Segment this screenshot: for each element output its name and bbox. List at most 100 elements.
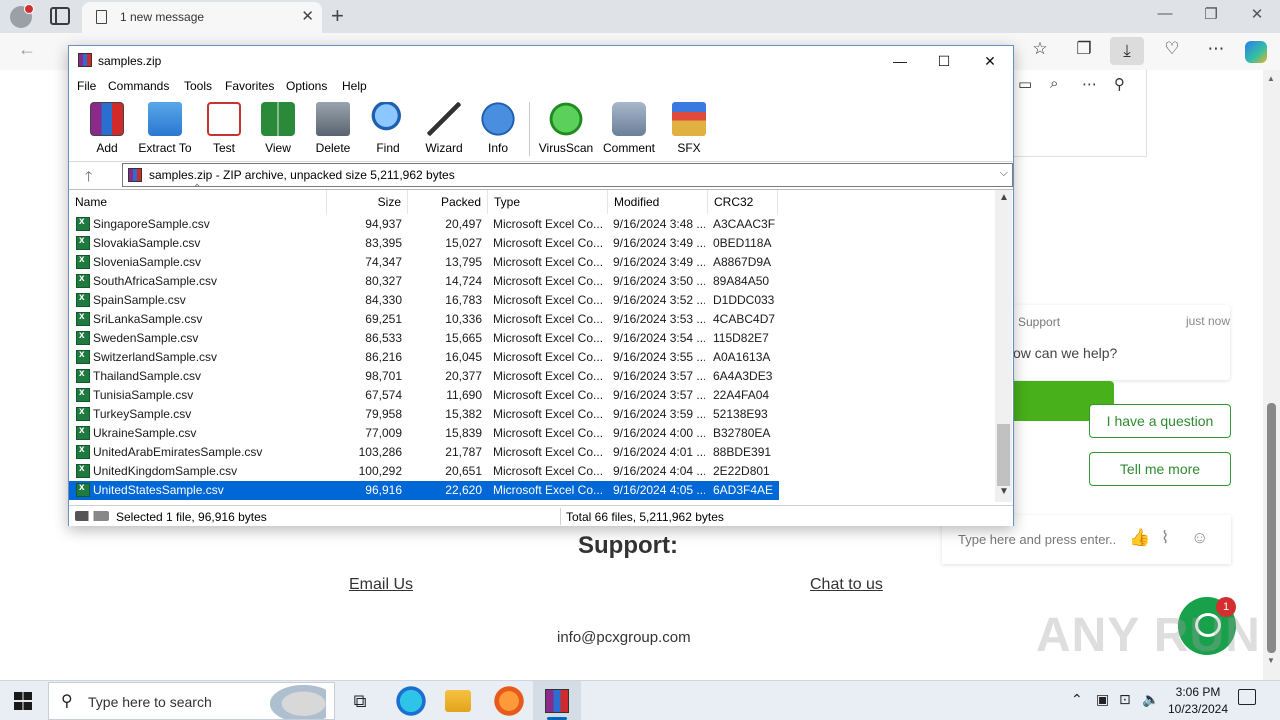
wizard-button[interactable]: Wizard [413,102,475,156]
file-row[interactable]: TunisiaSample.csv 67,574 11,690 Microsoft E… [69,386,779,405]
winrar-icon[interactable] [545,689,569,713]
notifications-icon[interactable] [1238,689,1256,705]
test-button[interactable]: Test [193,102,255,156]
minimize-button[interactable]: — [1142,5,1188,22]
column-packed[interactable]: Packed [408,190,488,214]
tray-chevron-up-icon[interactable]: ⌃ [1071,691,1083,708]
path-dropdown[interactable]: samples.zip - ZIP archive, unpacked size… [122,163,1013,187]
file-packed: 14,724 [445,274,482,288]
collections-icon[interactable]: ❐ [1067,39,1101,59]
new-tab-button[interactable]: + [331,3,344,29]
scroll-up-icon[interactable]: ▲ [999,192,1009,203]
column-size[interactable]: Size [327,190,408,214]
file-modified: 9/16/2024 3:57 ... [613,388,705,402]
menu-commands[interactable]: Commands [108,79,169,93]
scroll-down-icon[interactable]: ▼ [1267,656,1275,665]
file-row[interactable]: UnitedStatesSample.csv 96,916 22,620 Micros… [69,481,779,500]
profile-avatar-icon[interactable] [10,4,34,28]
browser-tab[interactable]: 1 new message ✕ [82,2,322,33]
file-row[interactable]: SloveniaSample.csv 74,347 13,795 Microsoft … [69,253,779,272]
page-scrollbar[interactable]: ▲ ▼ [1263,70,1280,680]
chat-to-us-link[interactable]: Chat to us [810,576,883,594]
browser-tab-bar: 1 new message ✕ + — ❐ ✕ [0,0,1280,33]
thumbs-up-icon[interactable]: 👍 [1129,528,1150,548]
excel-csv-icon [76,254,90,269]
menu-help[interactable]: Help [342,79,367,93]
favorites-star-icon[interactable]: ☆ [1023,39,1057,59]
delete-button[interactable]: Delete [302,102,364,156]
virusscan-button[interactable]: VirusScan [535,102,597,156]
info-label: Info [487,141,508,155]
add-button[interactable]: Add [76,102,138,156]
restore-button[interactable]: ❐ [1188,5,1234,23]
copilot-icon[interactable] [1245,41,1267,63]
scroll-down-icon[interactable]: ▼ [999,486,1009,497]
file-explorer-icon[interactable] [445,690,471,712]
file-name: SlovakiaSample.csv [93,236,201,250]
emoji-icon[interactable]: ☺ [1191,528,1208,548]
column-modified[interactable]: Modified [608,190,708,214]
tab-close-icon[interactable]: ✕ [301,7,314,25]
file-row[interactable]: SwitzerlandSample.csv 86,216 16,045 Microso… [69,348,779,367]
close-button[interactable]: ✕ [1234,5,1280,23]
tab-actions-icon[interactable] [50,7,70,25]
comment-button[interactable]: Comment [598,102,660,156]
taskbar-search-box[interactable]: ⚲ Type here to search [48,682,335,720]
sfx-button[interactable]: SFX [658,102,720,156]
volume-icon[interactable]: 🔈 [1142,691,1159,708]
file-list-scroll-thumb[interactable] [997,424,1010,486]
tell-me-more-button[interactable]: Tell me more [1089,452,1231,486]
file-row[interactable]: UkraineSample.csv 77,009 15,839 Microsoft E… [69,424,779,443]
edge-browser-icon[interactable] [393,685,429,717]
file-row[interactable]: TurkeySample.csv 79,958 15,382 Microsoft Ex… [69,405,779,424]
find-button[interactable]: Find [357,102,419,156]
windows-start-icon[interactable] [14,692,32,710]
taskbar-search-placeholder[interactable]: Type here to search [88,694,212,710]
menu-favorites[interactable]: Favorites [225,79,274,93]
menu-options[interactable]: Options [286,79,327,93]
chat-input-placeholder[interactable]: Type here and press enter.. [958,532,1116,547]
more-options-icon[interactable]: ⋯ [1082,75,1097,93]
menu-tools[interactable]: Tools [184,79,212,93]
extract-to-button[interactable]: Extract To [134,102,196,156]
winrar-close-button[interactable]: ✕ [967,50,1013,72]
attachment-icon[interactable]: ⌇ [1161,528,1169,548]
scroll-up-icon[interactable]: ▲ [1267,74,1275,83]
back-arrow-icon[interactable]: ← [18,39,36,60]
folder-icon[interactable]: ▭ [1018,75,1032,93]
menu-file[interactable]: File [77,79,96,93]
file-row[interactable]: SriLankaSample.csv 69,251 10,336 Microsoft … [69,310,779,329]
file-row[interactable]: SpainSample.csv 84,330 16,783 Microsoft Exc… [69,291,779,310]
more-menu-icon[interactable]: ⋯ [1199,39,1233,59]
file-row[interactable]: SlovakiaSample.csv 83,395 15,027 Microsoft … [69,234,779,253]
column-crc32[interactable]: CRC32 [708,190,778,214]
email-us-link[interactable]: Email Us [349,576,413,594]
clock-time[interactable]: 3:06 PM [1168,685,1228,699]
up-arrow-icon[interactable]: 🡑 [85,166,92,190]
tray-device-icon[interactable]: ▣ [1096,691,1109,708]
network-icon[interactable]: ⊡ [1119,691,1131,708]
file-row[interactable]: ThailandSample.csv 98,701 20,377 Microsoft … [69,367,779,386]
file-list-scrollbar[interactable]: ▲ ▼ [995,190,1012,502]
winrar-maximize-button[interactable]: ☐ [921,50,967,72]
browser-essentials-icon[interactable]: ♡ [1155,39,1189,59]
question-button[interactable]: I have a question [1089,404,1231,438]
drive-icon[interactable] [75,511,109,521]
column-type[interactable]: Type [488,190,608,214]
downloads-icon[interactable]: ⤓ [1110,37,1144,65]
clock-date[interactable]: 10/23/2024 [1160,702,1236,716]
file-row[interactable]: UnitedArabEmiratesSample.csv 103,286 21,78… [69,443,779,462]
firefox-icon[interactable] [491,685,527,717]
scrollbar-thumb[interactable] [1267,403,1276,653]
file-row[interactable]: SingaporeSample.csv 94,937 20,497 Microsoft… [69,215,779,234]
view-button[interactable]: View [247,102,309,156]
pin-icon[interactable]: ⚲ [1114,75,1125,93]
file-row[interactable]: SwedenSample.csv 86,533 15,665 Microsoft Ex… [69,329,779,348]
file-row[interactable]: SouthAfricaSample.csv 80,327 14,724 Microso… [69,272,779,291]
chevron-down-icon[interactable]: ⌵ [1000,167,1008,180]
info-button[interactable]: Info [467,102,529,156]
search-icon[interactable]: ⌕ [1050,75,1058,92]
winrar-minimize-button[interactable]: — [877,50,923,72]
task-view-icon[interactable]: ⧉ [342,685,378,717]
file-row[interactable]: UnitedKingdomSample.csv 100,292 20,651 Micr… [69,462,779,481]
